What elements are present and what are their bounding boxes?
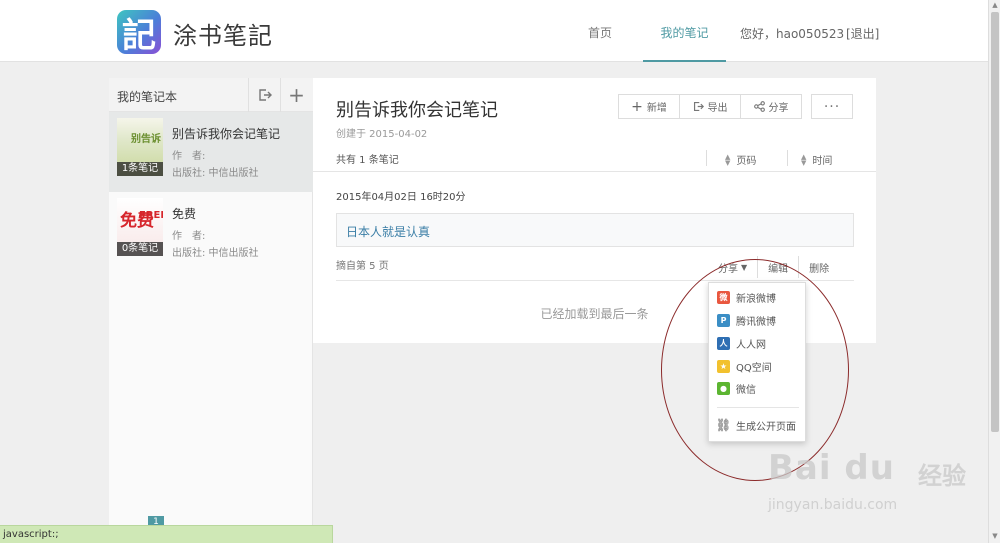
export-notebook-button[interactable] bbox=[248, 78, 280, 112]
plus-icon: + bbox=[631, 98, 643, 115]
top-header: 記 涂书笔記 首页 我的笔记 您好，hao050523 [退出] bbox=[0, 0, 988, 62]
sort-arrows-icon: ▲ ▼ bbox=[801, 152, 807, 167]
sidebar-title: 我的笔记本 bbox=[117, 90, 178, 104]
export-icon bbox=[693, 101, 704, 112]
nav-my-notes-tab[interactable]: 我的笔记 bbox=[643, 0, 726, 62]
sort-divider bbox=[787, 150, 788, 166]
sort-by-page[interactable]: ▲ ▼ 页码 bbox=[725, 152, 756, 167]
share-notebook-button[interactable]: 分享 bbox=[741, 95, 801, 118]
app-name[interactable]: 涂书笔記 bbox=[173, 16, 273, 51]
share-label: 分享 bbox=[768, 103, 789, 114]
note-content-box[interactable]: 日本人就是认真 bbox=[336, 213, 854, 247]
book-title: 免费 bbox=[172, 207, 197, 221]
notebook-sidebar: 我的笔记本 + 别告诉 1条笔记 别告诉我你会记笔记 作 者: 出版社: 中信出… bbox=[109, 78, 313, 538]
watermark-cn: 经验 bbox=[918, 462, 966, 490]
new-note-button[interactable]: + 新增 bbox=[619, 95, 680, 118]
created-date: 创建于 2015-04-02 bbox=[336, 129, 428, 140]
notes-count: 共有 1 条笔记 bbox=[336, 155, 399, 166]
scroll-up-arrow-icon[interactable]: ▲ bbox=[990, 1, 1000, 11]
new-note-label: 新增 bbox=[646, 103, 667, 114]
watermark-url: jingyan.baidu.com bbox=[768, 497, 898, 513]
notebook-title: 别告诉我你会记笔记 bbox=[336, 100, 498, 121]
book-cover-subtext: FREE bbox=[139, 210, 163, 221]
user-greeting: 您好，hao050523 bbox=[740, 27, 845, 41]
book-author: 作 者: bbox=[172, 151, 206, 162]
book-publisher: 出版社: 中信出版社 bbox=[172, 168, 259, 179]
book-cover-text: 别告诉 bbox=[131, 134, 161, 145]
note-page-reference: 摘自第 5 页 bbox=[336, 261, 389, 272]
sort-page-label: 页码 bbox=[736, 156, 757, 167]
more-options-button[interactable]: ··· bbox=[811, 94, 853, 119]
add-notebook-button[interactable]: + bbox=[280, 78, 312, 112]
note-content[interactable]: 日本人就是认真 bbox=[346, 223, 430, 240]
export-icon bbox=[258, 89, 272, 101]
notes-count-bar: 共有 1 条笔记 ▲ ▼ 页码 ▲ ▼ 时间 bbox=[313, 146, 876, 172]
browser-status-bar: javascript:; bbox=[0, 525, 333, 543]
book-cover-image: 免费 FREE 0条笔记 bbox=[117, 198, 163, 256]
scroll-thumb[interactable] bbox=[991, 12, 999, 432]
notebook-item[interactable]: 免费 FREE 0条笔记 免费 作 者: 出版社: 中信出版社 bbox=[109, 192, 313, 272]
book-publisher: 出版社: 中信出版社 bbox=[172, 248, 259, 259]
note-date: 2015年04月02日 16时20分 bbox=[336, 192, 466, 203]
nav-home-link[interactable]: 首页 bbox=[588, 24, 612, 41]
sort-arrows-icon: ▲ ▼ bbox=[725, 152, 731, 167]
book-note-count: 0条笔记 bbox=[117, 242, 163, 256]
notebook-actions: + 新增 导出 分享 bbox=[618, 94, 802, 119]
sort-by-time[interactable]: ▲ ▼ 时间 bbox=[801, 152, 832, 167]
scroll-down-arrow-icon[interactable]: ▼ bbox=[990, 532, 1000, 542]
page-scrollbar[interactable]: ▲ ▼ bbox=[988, 0, 1000, 543]
export-label: 导出 bbox=[707, 103, 728, 114]
book-title: 别告诉我你会记笔记 bbox=[172, 127, 281, 141]
watermark-brand: Bai du bbox=[768, 448, 895, 488]
book-cover-image: 别告诉 1条笔记 bbox=[117, 118, 163, 176]
sort-time-label: 时间 bbox=[812, 156, 833, 167]
logo-glyph: 記 bbox=[122, 15, 156, 56]
book-note-count: 1条笔记 bbox=[117, 162, 163, 176]
app-logo-icon[interactable]: 記 bbox=[117, 10, 161, 56]
book-author: 作 者: bbox=[172, 231, 206, 242]
export-button[interactable]: 导出 bbox=[680, 95, 741, 118]
sidebar-header: 我的笔记本 + bbox=[109, 78, 313, 112]
baidu-jingyan-watermark: Bai du 经验 jingyan.baidu.com bbox=[768, 448, 983, 523]
more-icon: ··· bbox=[823, 98, 841, 115]
plus-icon: + bbox=[288, 83, 305, 107]
notebook-item[interactable]: 别告诉 1条笔记 别告诉我你会记笔记 作 者: 出版社: 中信出版社 bbox=[109, 112, 313, 192]
nav-my-notes-label: 我的笔记 bbox=[660, 26, 709, 40]
logout-link[interactable]: [退出] bbox=[846, 25, 879, 42]
share-icon bbox=[753, 101, 765, 112]
sort-divider bbox=[706, 150, 707, 166]
